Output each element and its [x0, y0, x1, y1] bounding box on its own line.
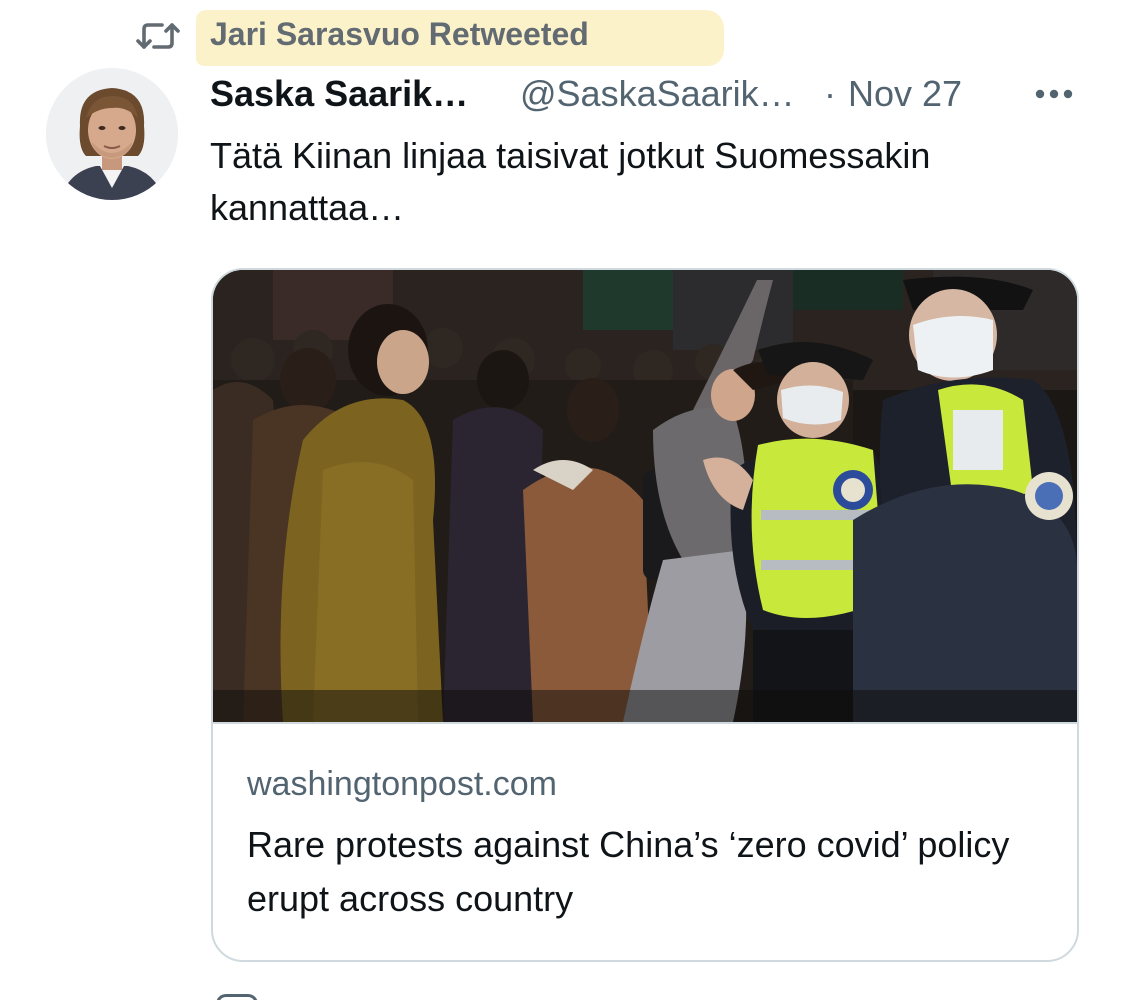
avatar[interactable]	[46, 68, 178, 200]
retweet-label[interactable]: Jari Sarasvuo Retweeted	[210, 14, 589, 54]
retweet-icon	[136, 23, 180, 49]
card-image[interactable]	[213, 270, 1077, 722]
card-divider	[213, 722, 1077, 724]
reply-icon[interactable]	[216, 994, 258, 1000]
tweet-text: Tätä Kiinan linjaa taisivat jotkut Suome…	[210, 135, 931, 228]
author-handle[interactable]: @SaskaSaarik…	[520, 72, 795, 116]
separator-dot: ·	[824, 73, 836, 114]
avatar-portrait	[46, 68, 178, 200]
more-horizontal-icon[interactable]	[1030, 80, 1078, 108]
card-domain: washingtonpost.com	[247, 765, 557, 803]
author-name[interactable]: Saska Saarik…	[210, 72, 468, 116]
card-title[interactable]: Rare protests against China’s ‘zero covi…	[247, 818, 1047, 926]
link-card[interactable]: washingtonpost.com Rare protests against…	[211, 268, 1079, 962]
tweet-page: Jari Sarasvuo Retweeted Saska Saarik… @S…	[0, 0, 1124, 1000]
tweet-date[interactable]: Nov 27	[848, 72, 962, 116]
